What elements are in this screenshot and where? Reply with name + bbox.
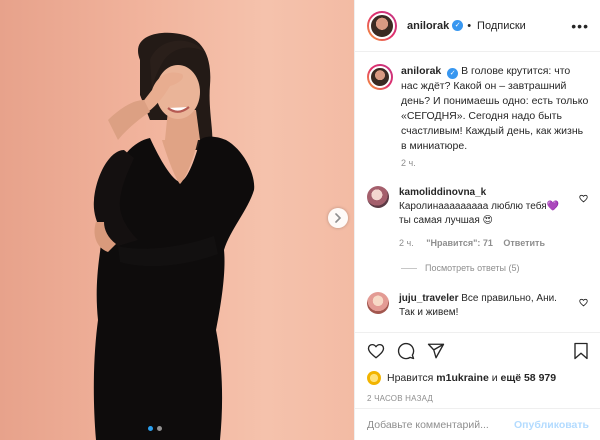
carousel-indicator (148, 426, 162, 431)
following-button[interactable]: Подписки (477, 20, 526, 32)
photo-woman-in-black-dress (93, 32, 255, 440)
more-options-icon[interactable]: ••• (571, 18, 589, 34)
comment-icon[interactable] (397, 342, 415, 360)
comment-username[interactable]: kamoliddinovna_k (399, 187, 486, 198)
likes-summary: Нравится m1ukraine и ещё 58 979 (367, 371, 589, 385)
liker-avatar[interactable] (367, 371, 381, 385)
verified-badge-icon: ✓ (452, 20, 464, 31)
post-actions: Нравится m1ukraine и ещё 58 979 2 ЧАСОВ … (355, 332, 600, 403)
view-replies-button[interactable]: Посмотреть ответы (5) (401, 263, 520, 273)
share-icon[interactable] (427, 342, 445, 360)
comment-like-heart-icon[interactable] (579, 194, 588, 203)
instagram-post: anilorak ✓ • Подписки ••• anilorak ✓ В г… (0, 0, 600, 440)
reply-button[interactable]: Ответить (503, 238, 545, 248)
comment-body: kamoliddinovna_k Каролинааааааааа люблю … (399, 186, 569, 228)
likes-connector: и (491, 372, 498, 384)
header-separator: • (467, 19, 472, 32)
comment-likes-count[interactable]: "Нравится": 71 (426, 238, 493, 248)
liker-username[interactable]: m1ukraine (436, 372, 489, 384)
comment-input[interactable] (367, 418, 515, 431)
comment-body: juju_traveler Все правильно, Ани. Так и … (399, 292, 569, 320)
caption-text: В голове крутится: что нас ждёт? Какой о… (401, 65, 589, 152)
replies-divider (401, 267, 417, 269)
comment-avatar[interactable] (367, 292, 389, 314)
author-avatar[interactable] (367, 10, 397, 41)
comment-like-heart-icon[interactable] (579, 298, 588, 307)
caption-username[interactable]: anilorak (401, 65, 441, 77)
publish-button[interactable]: Опубликовать (514, 419, 589, 431)
caption-timestamp[interactable]: 2 ч. (401, 158, 416, 168)
likes-prefix: Нравится (387, 372, 434, 384)
comment-username[interactable]: juju_traveler (399, 293, 458, 304)
likes-count[interactable]: ещё 58 979 (501, 372, 557, 384)
carousel-dot (157, 426, 162, 431)
comment-avatar[interactable] (367, 186, 389, 208)
carousel-next-button[interactable] (328, 208, 348, 228)
bookmark-icon[interactable] (573, 342, 589, 360)
add-comment-bar: Опубликовать (355, 408, 600, 440)
post-header: anilorak ✓ • Подписки ••• (355, 0, 600, 52)
caption-avatar[interactable] (367, 64, 393, 90)
comment-item: juju_traveler Все правильно, Ани. Так и … (367, 292, 589, 320)
post-timestamp[interactable]: 2 ЧАСОВ НАЗАД (367, 394, 589, 403)
caption-text-block: anilorak ✓ В голове крутится: что нас жд… (401, 64, 589, 154)
comment-time[interactable]: 2 ч. (399, 238, 414, 248)
header-username[interactable]: anilorak (407, 20, 449, 32)
comment-text: Каролинааааааааа люблю тебя💜 ты самая лу… (399, 201, 560, 226)
heart-icon[interactable] (367, 342, 385, 360)
view-replies-label: Посмотреть ответы (5) (425, 263, 520, 273)
post-side-panel: anilorak ✓ • Подписки ••• anilorak ✓ В г… (354, 0, 600, 440)
carousel-dot-active (148, 426, 153, 431)
comment-meta: 2 ч. "Нравится": 71 Ответить (399, 238, 545, 248)
chevron-right-icon (335, 213, 342, 223)
action-icons (367, 339, 589, 363)
verified-badge-icon: ✓ (447, 68, 459, 79)
comment-item: kamoliddinovna_k Каролинааааааааа люблю … (367, 186, 589, 228)
post-photo[interactable] (0, 0, 354, 440)
caption: anilorak ✓ В голове крутится: что нас жд… (367, 64, 589, 154)
